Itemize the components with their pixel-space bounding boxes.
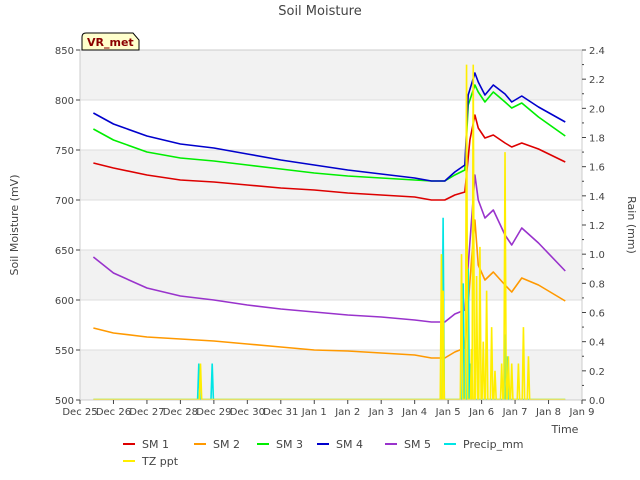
y-tick-label: 750 [55,146,74,157]
soil-moisture-chart: 500 550 600 650 700 750 800 850 0.0 0.2 0.4 0.6 0.8… [8,4,638,468]
x-tick-label: Dec 28 [163,407,198,418]
legend-label-sm-1: SM 1 [142,438,169,451]
x-tick-label: Dec 27 [129,407,164,418]
y-tick-label: 600 [55,296,74,307]
y-axis-ticks: 500 550 600 650 700 750 800 850 [55,46,80,407]
x-tick-label: Jan 1 [301,407,327,418]
y2-axis-ticks: 0.0 0.2 0.4 0.6 0.8 1.0 1.2 1.4 1.6 1.8 2.0 2.2 2.4 [582,46,605,407]
y2-tick-label: 1.2 [589,221,605,232]
y2-tick-label: 2.0 [589,104,605,115]
y2-tick-label: 0.2 [589,367,605,378]
y2-tick-label: 1.4 [589,192,605,203]
station-badge-label: VR_met [87,36,134,49]
x-tick-label: Dec 31 [263,407,298,418]
y2-tick-label: 1.0 [589,250,605,261]
y2-tick-label: 2.2 [589,75,605,86]
y2-tick-label: 1.8 [589,134,605,145]
x-axis-ticks: Dec 25Dec 26Dec 27Dec 28Dec 29Dec 30Dec … [62,400,594,418]
legend-label-sm-2: SM 2 [213,438,240,451]
x-tick-label: Jan 9 [569,407,595,418]
y-tick-label: 850 [55,46,74,57]
y-tick-label: 800 [55,96,74,107]
grid-band [80,50,582,100]
y-tick-label: 500 [55,396,74,407]
grid-band [80,250,582,300]
y2-tick-label: 0.8 [589,279,605,290]
x-tick-label: Dec 30 [230,407,265,418]
x-tick-label: Jan 8 [535,407,561,418]
x-tick-label: Dec 25 [62,407,97,418]
x-tick-label: Jan 2 [334,407,360,418]
y2-tick-label: 0.0 [589,396,605,407]
x-tick-label: Jan 6 [468,407,494,418]
series-tz-ppt-line [93,64,566,400]
y2-tick-label: 0.4 [589,338,605,349]
x-tick-label: Jan 5 [435,407,461,418]
y-axis-label: Soil Moisture (mV) [8,175,21,276]
y-tick-label: 550 [55,346,74,357]
legend-label-tz-ppt: TZ ppt [141,455,179,468]
y2-tick-label: 1.6 [589,163,605,174]
legend-label-precip-mm: Precip_mm [463,438,524,451]
legend: SM 1 SM 2 SM 3 SM 4 SM 5 Precip_mm TZ ppt [123,438,524,468]
legend-label-sm-5: SM 5 [404,438,431,451]
y2-axis-label: Rain (mm) [625,196,638,254]
y-tick-label: 700 [55,196,74,207]
x-axis-label: Time [551,423,579,436]
legend-label-sm-4: SM 4 [336,438,363,451]
x-tick-label: Jan 4 [401,407,427,418]
station-badge: VR_met [81,32,140,51]
x-tick-label: Jan 3 [368,407,394,418]
x-tick-label: Jan 7 [502,407,528,418]
series-lines [92,64,566,400]
x-tick-label: Dec 26 [96,407,131,418]
y-tick-label: 650 [55,246,74,257]
y2-tick-label: 0.6 [589,309,605,320]
y2-tick-label: 2.4 [589,46,605,57]
chart-title: Soil Moisture [278,4,362,19]
legend-label-sm-3: SM 3 [276,438,303,451]
x-tick-label: Dec 29 [196,407,231,418]
